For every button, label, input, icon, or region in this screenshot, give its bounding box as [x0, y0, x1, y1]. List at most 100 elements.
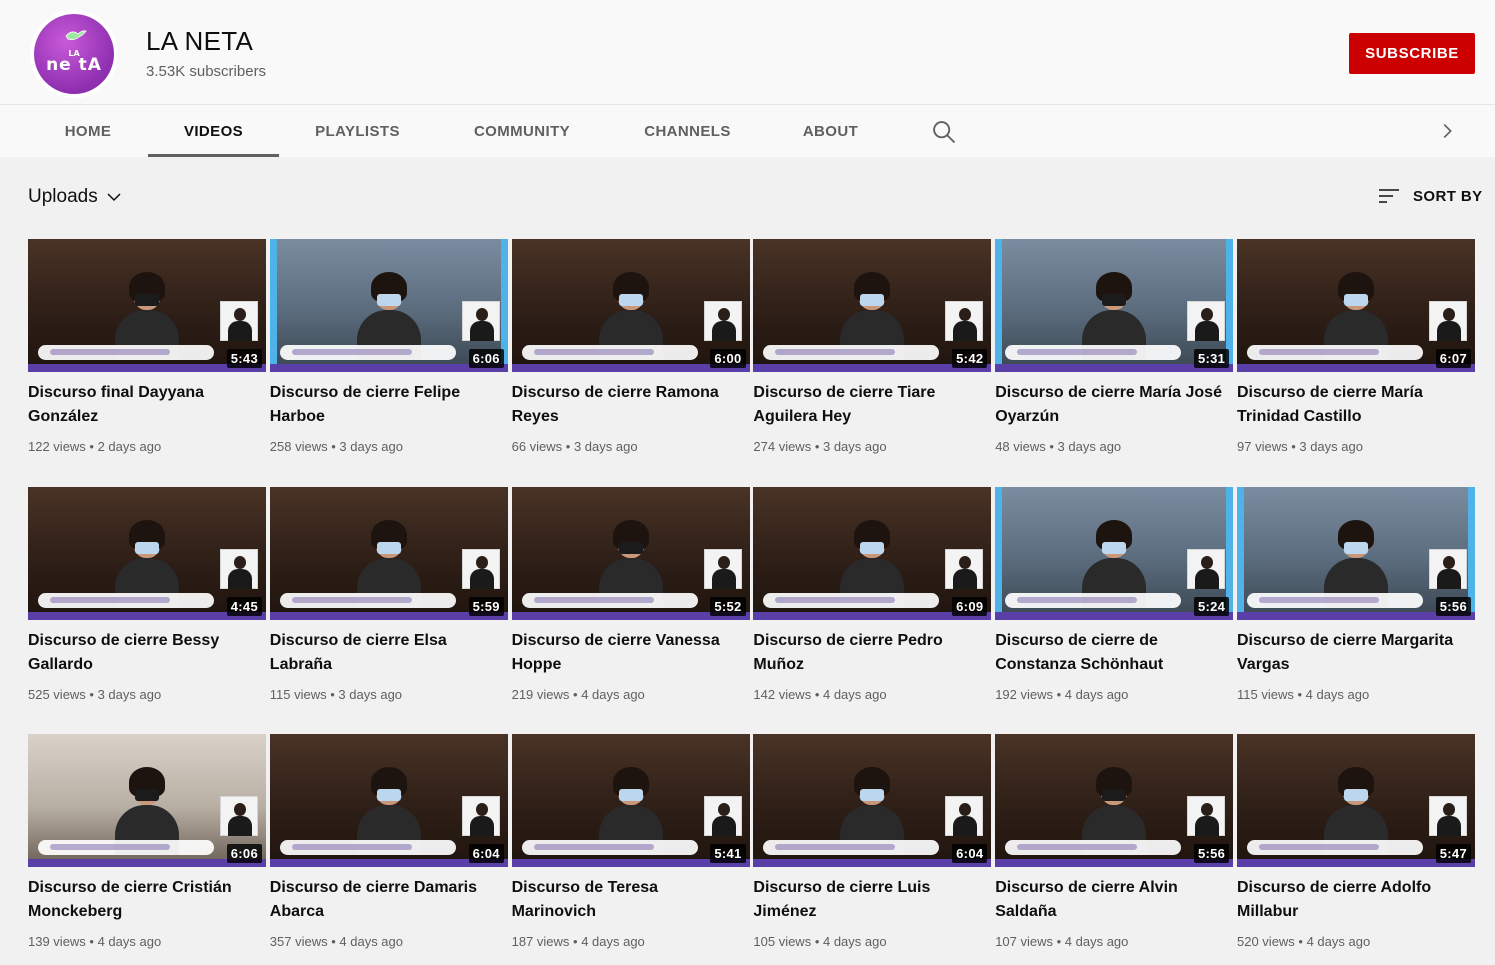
video-title[interactable]: Discurso de cierre Bessy Gallardo	[28, 629, 258, 677]
video-meta: 142 views • 4 days ago	[753, 687, 886, 702]
video-thumbnail[interactable]: 5:47	[1237, 734, 1475, 867]
video-thumbnail[interactable]: 6:06	[269, 239, 508, 372]
tab-videos[interactable]: VIDEOS	[148, 105, 279, 157]
video-card[interactable]: 5:47 Discurso de cierre Adolfo Millabur 52…	[1237, 734, 1475, 964]
video-thumbnail[interactable]: 6:09	[753, 486, 992, 620]
video-card[interactable]: 6:04 Discurso de cierre Luis Jiménez 105 v…	[753, 734, 992, 964]
video-card[interactable]: 5:24 Discurso de cierre de Constanza Schö…	[995, 486, 1234, 717]
meta-separator: •	[811, 686, 823, 702]
meta-separator: •	[327, 439, 340, 454]
video-thumbnail[interactable]: 5:56	[1237, 486, 1475, 620]
video-card[interactable]: 5:41 Discurso de Teresa Marinovich 187 vie…	[511, 734, 750, 964]
speaker-figure	[1082, 519, 1147, 608]
video-card[interactable]: 6:09 Discurso de cierre Pedro Muñoz 142 vi…	[753, 486, 992, 717]
tab-community[interactable]: COMMUNITY	[450, 105, 594, 157]
video-thumbnail[interactable]: 6:00	[511, 239, 750, 372]
sign-interpreter-inset	[220, 796, 258, 836]
video-card[interactable]: 5:52 Discurso de cierre Vanessa Hoppe 219 …	[511, 486, 750, 717]
video-thumbnail[interactable]: 6:07	[1237, 239, 1475, 372]
search-icon[interactable]	[930, 118, 958, 146]
tab-channels[interactable]: CHANNELS	[622, 105, 753, 157]
video-card[interactable]: 6:06 Discurso de cierre Cristián Monckebe…	[28, 734, 266, 964]
video-thumbnail[interactable]: 5:43	[28, 239, 266, 372]
sort-by-button[interactable]: SORT BY	[1377, 184, 1482, 208]
video-thumbnail[interactable]: 5:24	[995, 486, 1234, 620]
video-card[interactable]: 5:59 Discurso de cierre Elsa Labraña 115 v…	[269, 486, 508, 717]
video-title[interactable]: Discurso de cierre Pedro Muñoz	[753, 629, 983, 677]
tab-about[interactable]: ABOUT	[780, 105, 881, 157]
video-title[interactable]: Discurso de cierre Cristián Monckeberg	[28, 876, 258, 924]
video-thumbnail[interactable]: 5:41	[511, 734, 750, 867]
video-thumbnail[interactable]: 5:59	[269, 486, 508, 620]
lower-third-banner	[1247, 592, 1423, 608]
video-title[interactable]: Discurso de cierre Felipe Harboe	[270, 381, 500, 429]
video-title[interactable]: Discurso de cierre de Constanza Schönhau…	[995, 629, 1225, 677]
video-title[interactable]: Discurso de cierre Ramona Reyes	[512, 381, 742, 429]
speaker-figure	[840, 519, 905, 608]
video-title[interactable]: Discurso final Dayyana González	[28, 381, 258, 429]
video-title[interactable]: Discurso de cierre Alvin Saldaña	[995, 876, 1225, 924]
uploads-dropdown[interactable]: Uploads	[28, 186, 122, 208]
tab-home[interactable]: HOME	[30, 105, 146, 157]
video-title[interactable]: Discurso de cierre María Trinidad Castil…	[1237, 381, 1467, 429]
video-duration: 6:09	[952, 596, 988, 616]
sign-interpreter-inset	[703, 796, 742, 836]
tab-playlists[interactable]: PLAYLISTS	[292, 105, 423, 157]
uploads-label: Uploads	[28, 186, 98, 207]
video-thumbnail[interactable]: 5:42	[753, 239, 992, 372]
video-title[interactable]: Discurso de cierre Margarita Vargas	[1237, 629, 1467, 677]
view-count: 105 views	[753, 934, 812, 949]
video-card[interactable]: 6:07 Discurso de cierre María Trinidad Ca…	[1237, 239, 1475, 469]
video-meta: 48 views • 3 days ago	[995, 439, 1121, 454]
channel-avatar[interactable]: LA ne tA	[30, 10, 118, 98]
video-card[interactable]: 4:45 Discurso de cierre Bessy Gallardo 525…	[28, 486, 266, 717]
video-title[interactable]: Discurso de cierre Adolfo Millabur	[1237, 876, 1467, 924]
video-title[interactable]: Discurso de Teresa Marinovich	[512, 876, 742, 924]
video-card[interactable]: 5:43 Discurso final Dayyana González 122 v…	[28, 239, 266, 469]
video-meta: 219 views • 4 days ago	[512, 687, 645, 702]
video-thumbnail[interactable]: 6:04	[753, 734, 992, 867]
video-thumbnail[interactable]: 6:04	[269, 734, 508, 867]
video-duration: 6:07	[1435, 349, 1471, 368]
meta-separator: •	[85, 934, 98, 949]
video-title[interactable]: Discurso de cierre Elsa Labraña	[270, 629, 500, 677]
video-card[interactable]: 6:00 Discurso de cierre Ramona Reyes 66 vi…	[511, 239, 750, 469]
meta-separator: •	[1293, 686, 1306, 702]
video-card[interactable]: 5:31 Discurso de cierre María José Oyarzú…	[995, 239, 1234, 469]
sign-interpreter-inset	[1187, 548, 1226, 589]
upload-age: 4 days ago	[822, 934, 887, 949]
video-title[interactable]: Discurso de cierre Damaris Abarca	[270, 876, 500, 924]
video-meta: 192 views • 4 days ago	[995, 687, 1128, 702]
upload-age: 4 days ago	[1305, 686, 1370, 702]
avatar-logo: LA ne tA	[34, 14, 114, 94]
upload-age: 3 days ago	[1299, 439, 1363, 454]
video-title[interactable]: Discurso de cierre Tiare Aguilera Hey	[753, 381, 983, 429]
video-thumbnail[interactable]: 6:06	[28, 734, 266, 867]
video-title[interactable]: Discurso de cierre Luis Jiménez	[753, 876, 983, 924]
upload-age: 3 days ago	[339, 439, 403, 454]
channel-tabs: HOME VIDEOS PLAYLISTS COMMUNITY CHANNELS…	[0, 104, 1495, 157]
meta-separator: •	[326, 686, 339, 702]
video-title[interactable]: Discurso de cierre Vanessa Hoppe	[512, 629, 742, 677]
video-thumbnail[interactable]: 5:52	[511, 486, 750, 620]
video-card[interactable]: 5:56 Discurso de cierre Margarita Vargas 1…	[1237, 486, 1475, 717]
subscribe-button[interactable]: SUBSCRIBE	[1349, 33, 1475, 74]
video-duration: 5:56	[1435, 596, 1471, 616]
video-card[interactable]: 6:04 Discurso de cierre Damaris Abarca 357…	[269, 734, 508, 964]
upload-age: 4 days ago	[1064, 686, 1129, 702]
video-card[interactable]: 5:56 Discurso de cierre Alvin Saldaña 107 …	[995, 734, 1234, 964]
video-card[interactable]: 6:06 Discurso de cierre Felipe Harboe 258 …	[269, 239, 508, 469]
view-count: 115 views	[1237, 686, 1294, 702]
video-title[interactable]: Discurso de cierre María José Oyarzún	[995, 381, 1225, 429]
sign-interpreter-inset	[945, 796, 984, 836]
view-count: 142 views	[753, 686, 812, 702]
video-meta: 274 views • 3 days ago	[753, 439, 886, 454]
view-count: 139 views	[28, 934, 86, 949]
sort-by-label: SORT BY	[1413, 187, 1483, 205]
lower-third-banner	[279, 345, 456, 360]
chevron-right-icon[interactable]	[1436, 120, 1458, 142]
video-card[interactable]: 5:42 Discurso de cierre Tiare Aguilera He…	[753, 239, 992, 469]
video-thumbnail[interactable]: 5:56	[995, 734, 1234, 867]
video-thumbnail[interactable]: 5:31	[995, 239, 1234, 372]
video-thumbnail[interactable]: 4:45	[28, 486, 266, 620]
